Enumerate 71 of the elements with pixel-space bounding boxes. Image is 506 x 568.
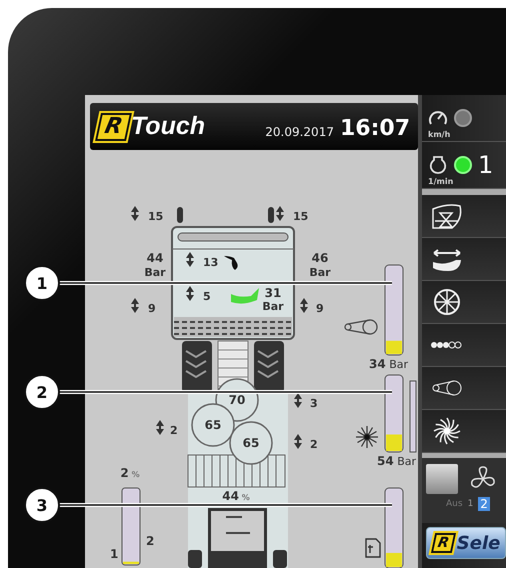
fan-level-option[interactable]: 1 xyxy=(466,499,476,509)
pressure-reading: 54 Bar xyxy=(376,454,416,468)
height-value: 5 xyxy=(203,290,211,303)
logo-text: Touch xyxy=(130,112,206,141)
height-value: 15 xyxy=(293,210,308,223)
moisture-tick: 2 xyxy=(146,534,154,548)
height-arrows-icon xyxy=(294,434,302,449)
pressure-unit: Bar xyxy=(144,266,166,279)
status-value: 1 xyxy=(478,151,494,179)
menu-item[interactable] xyxy=(422,281,506,324)
tire-icon xyxy=(254,341,284,393)
callout-number: 1 xyxy=(36,274,48,293)
height-arrows-icon xyxy=(156,420,164,435)
height-value: 9 xyxy=(148,302,156,315)
height-value: 3 xyxy=(310,397,318,410)
chain-drive-icon xyxy=(344,319,378,335)
pressure-value: 46 xyxy=(312,251,328,265)
height-value: 2 xyxy=(170,424,178,437)
moisture-reading: 2 % xyxy=(120,466,140,480)
fill-level-reading: 44 % xyxy=(222,489,250,503)
tire-icon xyxy=(182,341,212,393)
slim-bar xyxy=(410,380,416,452)
pressure-unit: Bar xyxy=(262,300,284,313)
height-arrows-icon xyxy=(300,298,308,313)
pickup-icon xyxy=(430,201,464,231)
tank-drawing xyxy=(208,508,267,568)
rotor-speed: 65 xyxy=(204,418,222,432)
menu-item[interactable] xyxy=(422,324,506,367)
height-arrows-icon xyxy=(276,206,284,221)
pressure-value: 31 xyxy=(264,286,282,300)
select-button[interactable]: R Sele xyxy=(426,527,506,559)
rotor-speed: 70 xyxy=(228,393,246,407)
pressure-unit: Bar xyxy=(309,266,331,279)
time: 16:07 xyxy=(340,116,410,141)
logo-mark: R xyxy=(95,112,132,140)
menu-item[interactable] xyxy=(422,238,506,281)
rotor-circle xyxy=(229,421,273,465)
pressure-value: 44 xyxy=(146,251,164,265)
height-value: 2 xyxy=(310,438,318,451)
speedometer-icon xyxy=(428,109,448,127)
crop-flow-icon xyxy=(231,288,259,304)
menu-item[interactable] xyxy=(422,410,506,453)
tire-icon xyxy=(273,550,287,568)
engine-icon xyxy=(428,155,448,175)
tire-icon xyxy=(177,207,183,223)
height-arrows-icon xyxy=(294,393,302,408)
unit-label: 1/min xyxy=(428,177,454,186)
rotor-speed: 65 xyxy=(242,436,260,450)
menu-item[interactable] xyxy=(422,367,506,410)
moisture-tick: 1 xyxy=(110,547,118,561)
menu-item[interactable] xyxy=(422,195,506,238)
height-value: 15 xyxy=(148,210,164,223)
pressure-reading: 34 Bar xyxy=(368,357,408,371)
tire-icon xyxy=(188,550,202,568)
fan-icon xyxy=(356,426,378,448)
callout-number: 2 xyxy=(36,383,48,402)
fan-toggle-button[interactable] xyxy=(426,464,458,494)
dots-icon xyxy=(430,341,464,349)
height-arrows-icon xyxy=(186,252,194,267)
height-arrows-icon xyxy=(131,206,139,221)
unit-label: km/h xyxy=(428,130,450,139)
date: 20.09.2017 xyxy=(265,124,334,138)
rotor-circle xyxy=(191,403,235,447)
callout-number: 3 xyxy=(36,496,48,515)
height-arrows-icon xyxy=(186,286,194,301)
fan-level-option[interactable]: 2 xyxy=(478,497,490,511)
off-label: Aus xyxy=(446,499,463,509)
tire-icon xyxy=(268,207,274,223)
height-value: 13 xyxy=(203,256,218,269)
height-arrows-icon xyxy=(131,298,139,313)
height-value: 9 xyxy=(316,302,324,315)
